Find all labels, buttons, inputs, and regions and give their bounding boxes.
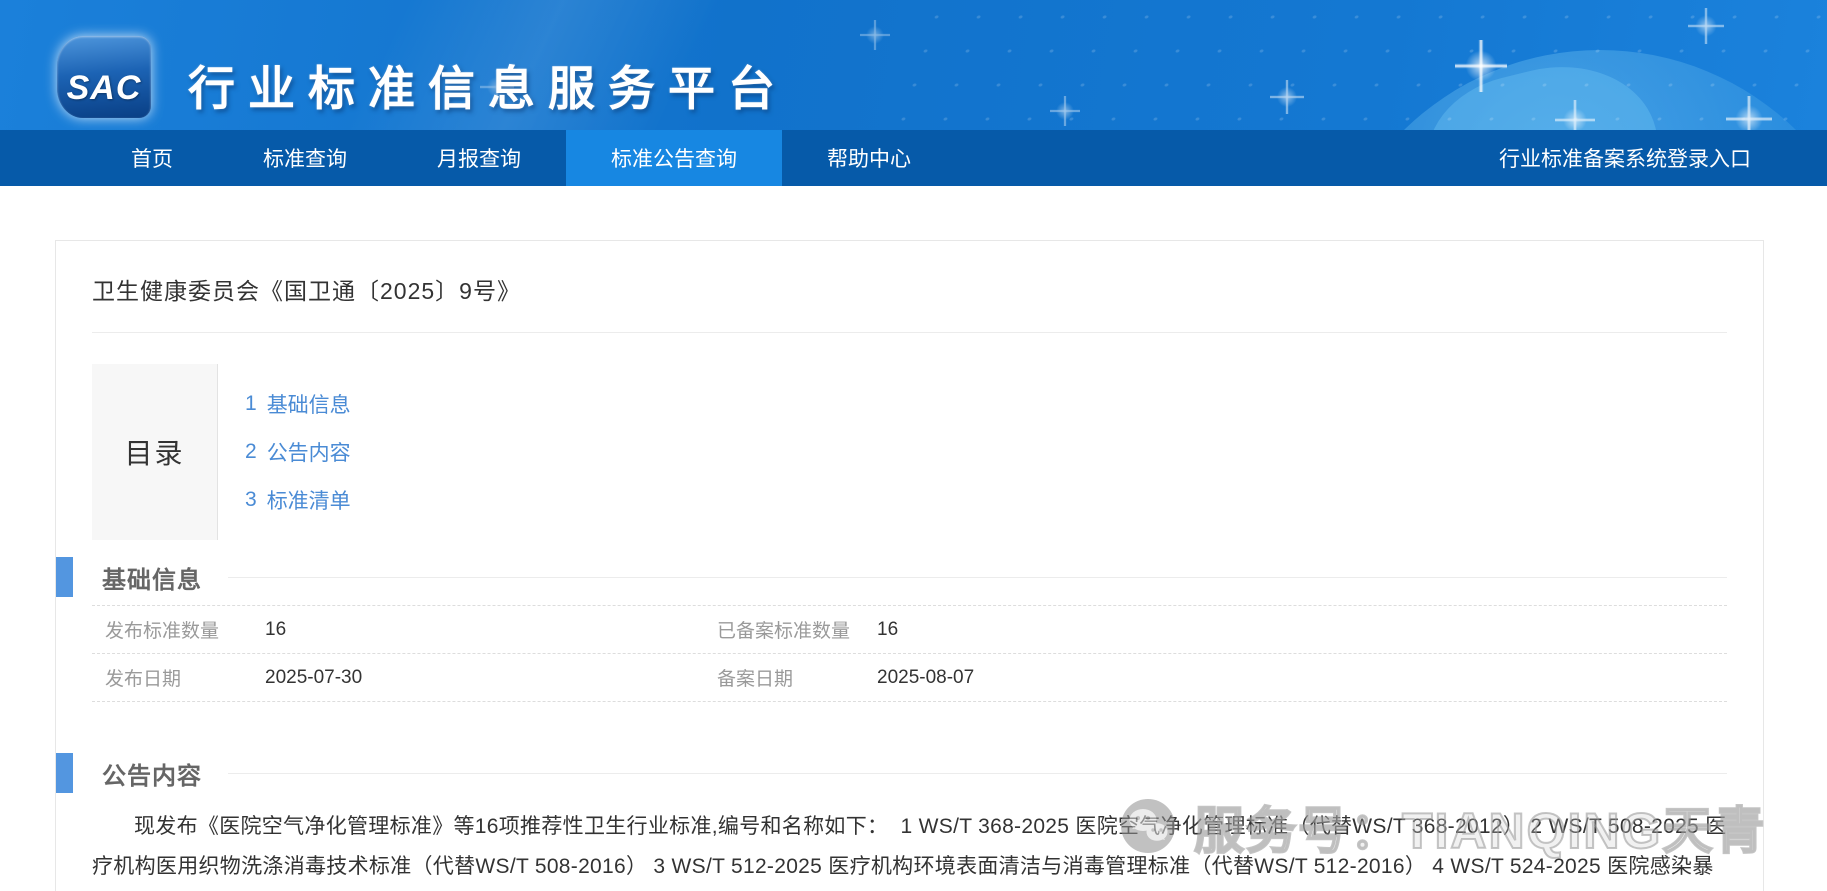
sparkle-icon bbox=[1270, 80, 1304, 114]
announcement-title: 公告内容 bbox=[102, 756, 202, 791]
main-navbar: 首页 标准查询 月报查询 标准公告查询 帮助中心 行业标准备案系统登录入口 bbox=[0, 130, 1827, 186]
section-accent-bar bbox=[56, 557, 73, 597]
field-publish-date: 发布日期 2025-07-30 bbox=[92, 654, 704, 701]
toc-link-label: 标准清单 bbox=[267, 485, 351, 515]
sac-logo-text: SAC bbox=[67, 69, 142, 108]
filing-system-login-link[interactable]: 行业标准备案系统登录入口 bbox=[1499, 130, 1751, 186]
dot-pattern-decoration bbox=[879, 0, 1827, 130]
basic-info-fields: 发布标准数量 16 已备案标准数量 16 发布日期 2025-07-30 备案日… bbox=[92, 605, 1727, 702]
field-value: 2025-08-07 bbox=[877, 667, 974, 689]
section-header-line bbox=[228, 773, 1727, 774]
toc-link-standard-list[interactable]: 3 标准清单 bbox=[245, 476, 351, 524]
announcement-header: 公告内容 bbox=[56, 753, 1727, 793]
sparkle-icon bbox=[1688, 8, 1724, 44]
basic-info-header: 基础信息 bbox=[56, 557, 1727, 597]
field-published-count: 发布标准数量 16 bbox=[92, 606, 704, 653]
sparkle-icon bbox=[1726, 96, 1772, 130]
sparkle-icon bbox=[1050, 96, 1080, 126]
field-label: 发布标准数量 bbox=[105, 616, 265, 643]
sparkle-icon bbox=[1555, 100, 1595, 130]
toc-link-announcement[interactable]: 2 公告内容 bbox=[245, 428, 351, 476]
section-accent-bar bbox=[56, 753, 73, 793]
announcement-body: 现发布《医院空气净化管理标准》等16项推荐性卫生行业标准,编号和名称如下： 1 … bbox=[92, 807, 1727, 891]
section-basic-info: 基础信息 发布标准数量 16 已备案标准数量 16 发布日期 2025-07-3… bbox=[92, 557, 1727, 702]
field-value: 16 bbox=[265, 619, 286, 641]
sac-logo[interactable]: SAC bbox=[57, 36, 151, 118]
field-filing-date: 备案日期 2025-08-07 bbox=[704, 654, 1727, 701]
section-announcement: 公告内容 现发布《医院空气净化管理标准》等16项推荐性卫生行业标准,编号和名称如… bbox=[92, 753, 1727, 891]
toc-links: 1 基础信息 2 公告内容 3 标准清单 bbox=[218, 364, 351, 540]
toc-link-number: 3 bbox=[245, 488, 257, 512]
field-value: 2025-07-30 bbox=[265, 667, 362, 689]
nav-item-help-center[interactable]: 帮助中心 bbox=[782, 130, 956, 186]
document-title: 卫生健康委员会《国卫通〔2025〕9号》 bbox=[92, 272, 1727, 306]
title-divider bbox=[92, 332, 1727, 333]
toc-link-number: 2 bbox=[245, 440, 257, 464]
nav-item-home[interactable]: 首页 bbox=[86, 130, 218, 186]
toc-link-basic-info[interactable]: 1 基础信息 bbox=[245, 380, 351, 428]
field-label: 发布日期 bbox=[105, 664, 265, 691]
field-row: 发布日期 2025-07-30 备案日期 2025-08-07 bbox=[92, 654, 1727, 702]
field-label: 备案日期 bbox=[717, 664, 877, 691]
site-title: 行业标准信息服务平台 bbox=[188, 50, 788, 119]
nav-item-monthly-report[interactable]: 月报查询 bbox=[392, 130, 566, 186]
field-row: 发布标准数量 16 已备案标准数量 16 bbox=[92, 606, 1727, 654]
content-card: 卫生健康委员会《国卫通〔2025〕9号》 目录 1 基础信息 2 公告内容 3 … bbox=[55, 240, 1764, 891]
toc-label: 目录 bbox=[92, 364, 218, 540]
section-header-line bbox=[228, 577, 1727, 578]
toc-link-number: 1 bbox=[245, 392, 257, 416]
field-value: 16 bbox=[877, 619, 898, 641]
nav-item-standard-search[interactable]: 标准查询 bbox=[218, 130, 392, 186]
sparkle-icon bbox=[860, 20, 890, 50]
field-filed-count: 已备案标准数量 16 bbox=[704, 606, 1727, 653]
basic-info-title: 基础信息 bbox=[102, 560, 202, 595]
nav-item-announcement-search[interactable]: 标准公告查询 bbox=[566, 130, 782, 186]
toc-link-label: 公告内容 bbox=[267, 437, 351, 467]
field-label: 已备案标准数量 bbox=[717, 616, 877, 643]
site-header: SAC 行业标准信息服务平台 bbox=[0, 0, 1827, 130]
toc-link-label: 基础信息 bbox=[267, 389, 351, 419]
sparkle-icon bbox=[1455, 40, 1507, 92]
table-of-contents: 目录 1 基础信息 2 公告内容 3 标准清单 bbox=[92, 364, 1727, 540]
